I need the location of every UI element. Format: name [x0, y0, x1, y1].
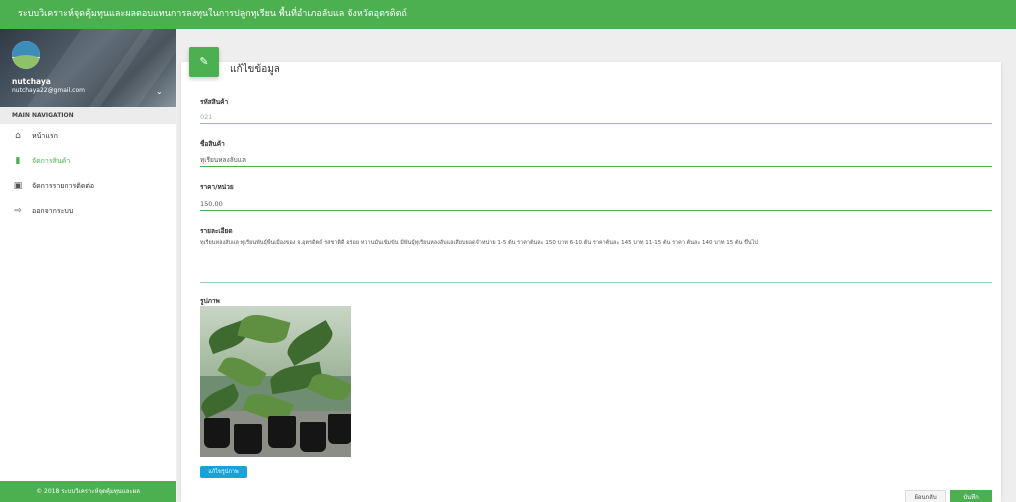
details-field[interactable]: ทุเรียนหลงลับแล ทุเรียนพันธุ์พื้นเมืองขอ…: [200, 239, 992, 283]
save-button[interactable]: บันทึก: [950, 490, 992, 502]
app-title: ระบบวิเคราะห์จุดคุ้มทุนและผลตอบแทนการลงท…: [18, 9, 407, 19]
product-code-field[interactable]: [200, 110, 992, 124]
sidebar: nutchaya nutchaya22@gmail.com ⌄ MAIN NAV…: [0, 29, 176, 502]
pot: [300, 422, 326, 452]
avatar-land: [12, 55, 40, 69]
sidebar-item-label: ออกจากระบบ: [32, 207, 74, 215]
pot: [204, 418, 230, 448]
contact-card-icon: ▣: [13, 181, 23, 191]
sidebar-footer: © 2018 ระบบวิเคราะห์จุดคุ้มทุนและผล: [0, 481, 176, 502]
details-label: รายละเอียด: [200, 227, 233, 235]
user-name: nutchaya: [12, 77, 51, 86]
app-title-bar: ระบบวิเคราะห์จุดคุ้มทุนและผลตอบแทนการลงท…: [0, 0, 1016, 29]
pot: [268, 416, 296, 448]
pencil-icon: ✎: [189, 47, 219, 77]
sidebar-item-label: หน้าแรก: [32, 132, 58, 140]
avatar[interactable]: [12, 41, 40, 69]
product-name-field[interactable]: [200, 153, 992, 167]
page-title: แก้ไขข้อมูล: [230, 64, 280, 75]
change-image-button[interactable]: แก้ไขรูปภาพ: [200, 466, 247, 478]
sidebar-item-manage-products[interactable]: ▮ จัดการสินค้า: [0, 149, 176, 174]
nav-header: MAIN NAVIGATION: [0, 107, 176, 124]
image-label: รูปภาพ: [200, 297, 220, 305]
product-name-label: ชื่อสินค้า: [200, 140, 225, 148]
sidebar-item-logout[interactable]: ⇨ ออกจากระบบ: [0, 199, 176, 224]
price-field[interactable]: [200, 197, 992, 211]
product-image: [200, 306, 351, 457]
user-panel: nutchaya nutchaya22@gmail.com ⌄: [0, 29, 176, 107]
sidebar-item-manage-contacts[interactable]: ▣ จัดการรายการติดต่อ: [0, 174, 176, 199]
logout-icon: ⇨: [14, 206, 22, 216]
chevron-down-icon[interactable]: ⌄: [156, 87, 163, 96]
pot: [328, 414, 351, 444]
price-label: ราคา/หน่วย: [200, 183, 234, 191]
home-icon: ⌂: [15, 131, 21, 141]
product-code-label: รหัสสินค้า: [200, 98, 229, 106]
file-icon: ▮: [15, 156, 21, 166]
sidebar-item-home[interactable]: ⌂ หน้าแรก: [0, 124, 176, 149]
user-email: nutchaya22@gmail.com: [12, 87, 85, 94]
back-button[interactable]: ย้อนกลับ: [905, 490, 946, 502]
pot: [234, 424, 262, 454]
sidebar-item-label: จัดการรายการติดต่อ: [32, 182, 95, 190]
sidebar-item-label: จัดการสินค้า: [32, 157, 71, 165]
